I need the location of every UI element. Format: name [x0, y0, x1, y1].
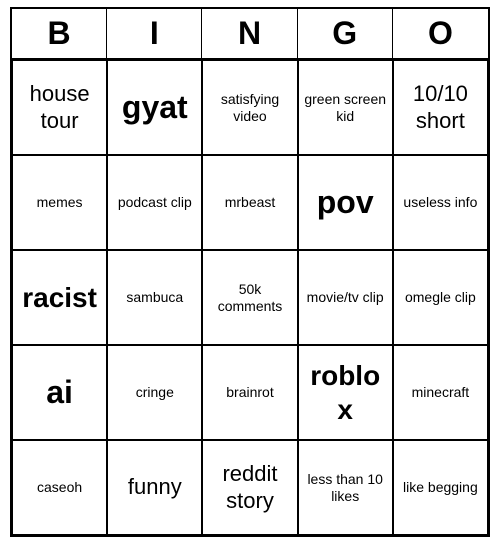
header-letter: B — [12, 9, 107, 58]
bingo-cell: roblox — [298, 345, 393, 440]
header-letter: N — [202, 9, 297, 58]
bingo-cell: memes — [12, 155, 107, 250]
bingo-cell: sambuca — [107, 250, 202, 345]
bingo-cell: reddit story — [202, 440, 297, 535]
bingo-card: BINGO house tourgyatsatisfying videogree… — [10, 7, 490, 537]
header-letter: O — [393, 9, 488, 58]
bingo-cell: 10/10 short — [393, 60, 488, 155]
bingo-cell: less than 10 likes — [298, 440, 393, 535]
bingo-cell: minecraft — [393, 345, 488, 440]
bingo-cell: gyat — [107, 60, 202, 155]
bingo-cell: like begging — [393, 440, 488, 535]
bingo-cell: pov — [298, 155, 393, 250]
bingo-grid: house tourgyatsatisfying videogreen scre… — [12, 60, 488, 535]
bingo-cell: movie/tv clip — [298, 250, 393, 345]
bingo-cell: useless info — [393, 155, 488, 250]
bingo-cell: 50k comments — [202, 250, 297, 345]
header-letter: I — [107, 9, 202, 58]
bingo-cell: ai — [12, 345, 107, 440]
bingo-cell: mrbeast — [202, 155, 297, 250]
bingo-cell: satisfying video — [202, 60, 297, 155]
bingo-cell: brainrot — [202, 345, 297, 440]
bingo-cell: podcast clip — [107, 155, 202, 250]
bingo-cell: racist — [12, 250, 107, 345]
bingo-cell: house tour — [12, 60, 107, 155]
bingo-cell: caseoh — [12, 440, 107, 535]
bingo-cell: omegle clip — [393, 250, 488, 345]
bingo-cell: cringe — [107, 345, 202, 440]
bingo-cell: green screen kid — [298, 60, 393, 155]
header-letter: G — [298, 9, 393, 58]
bingo-header: BINGO — [12, 9, 488, 60]
bingo-cell: funny — [107, 440, 202, 535]
